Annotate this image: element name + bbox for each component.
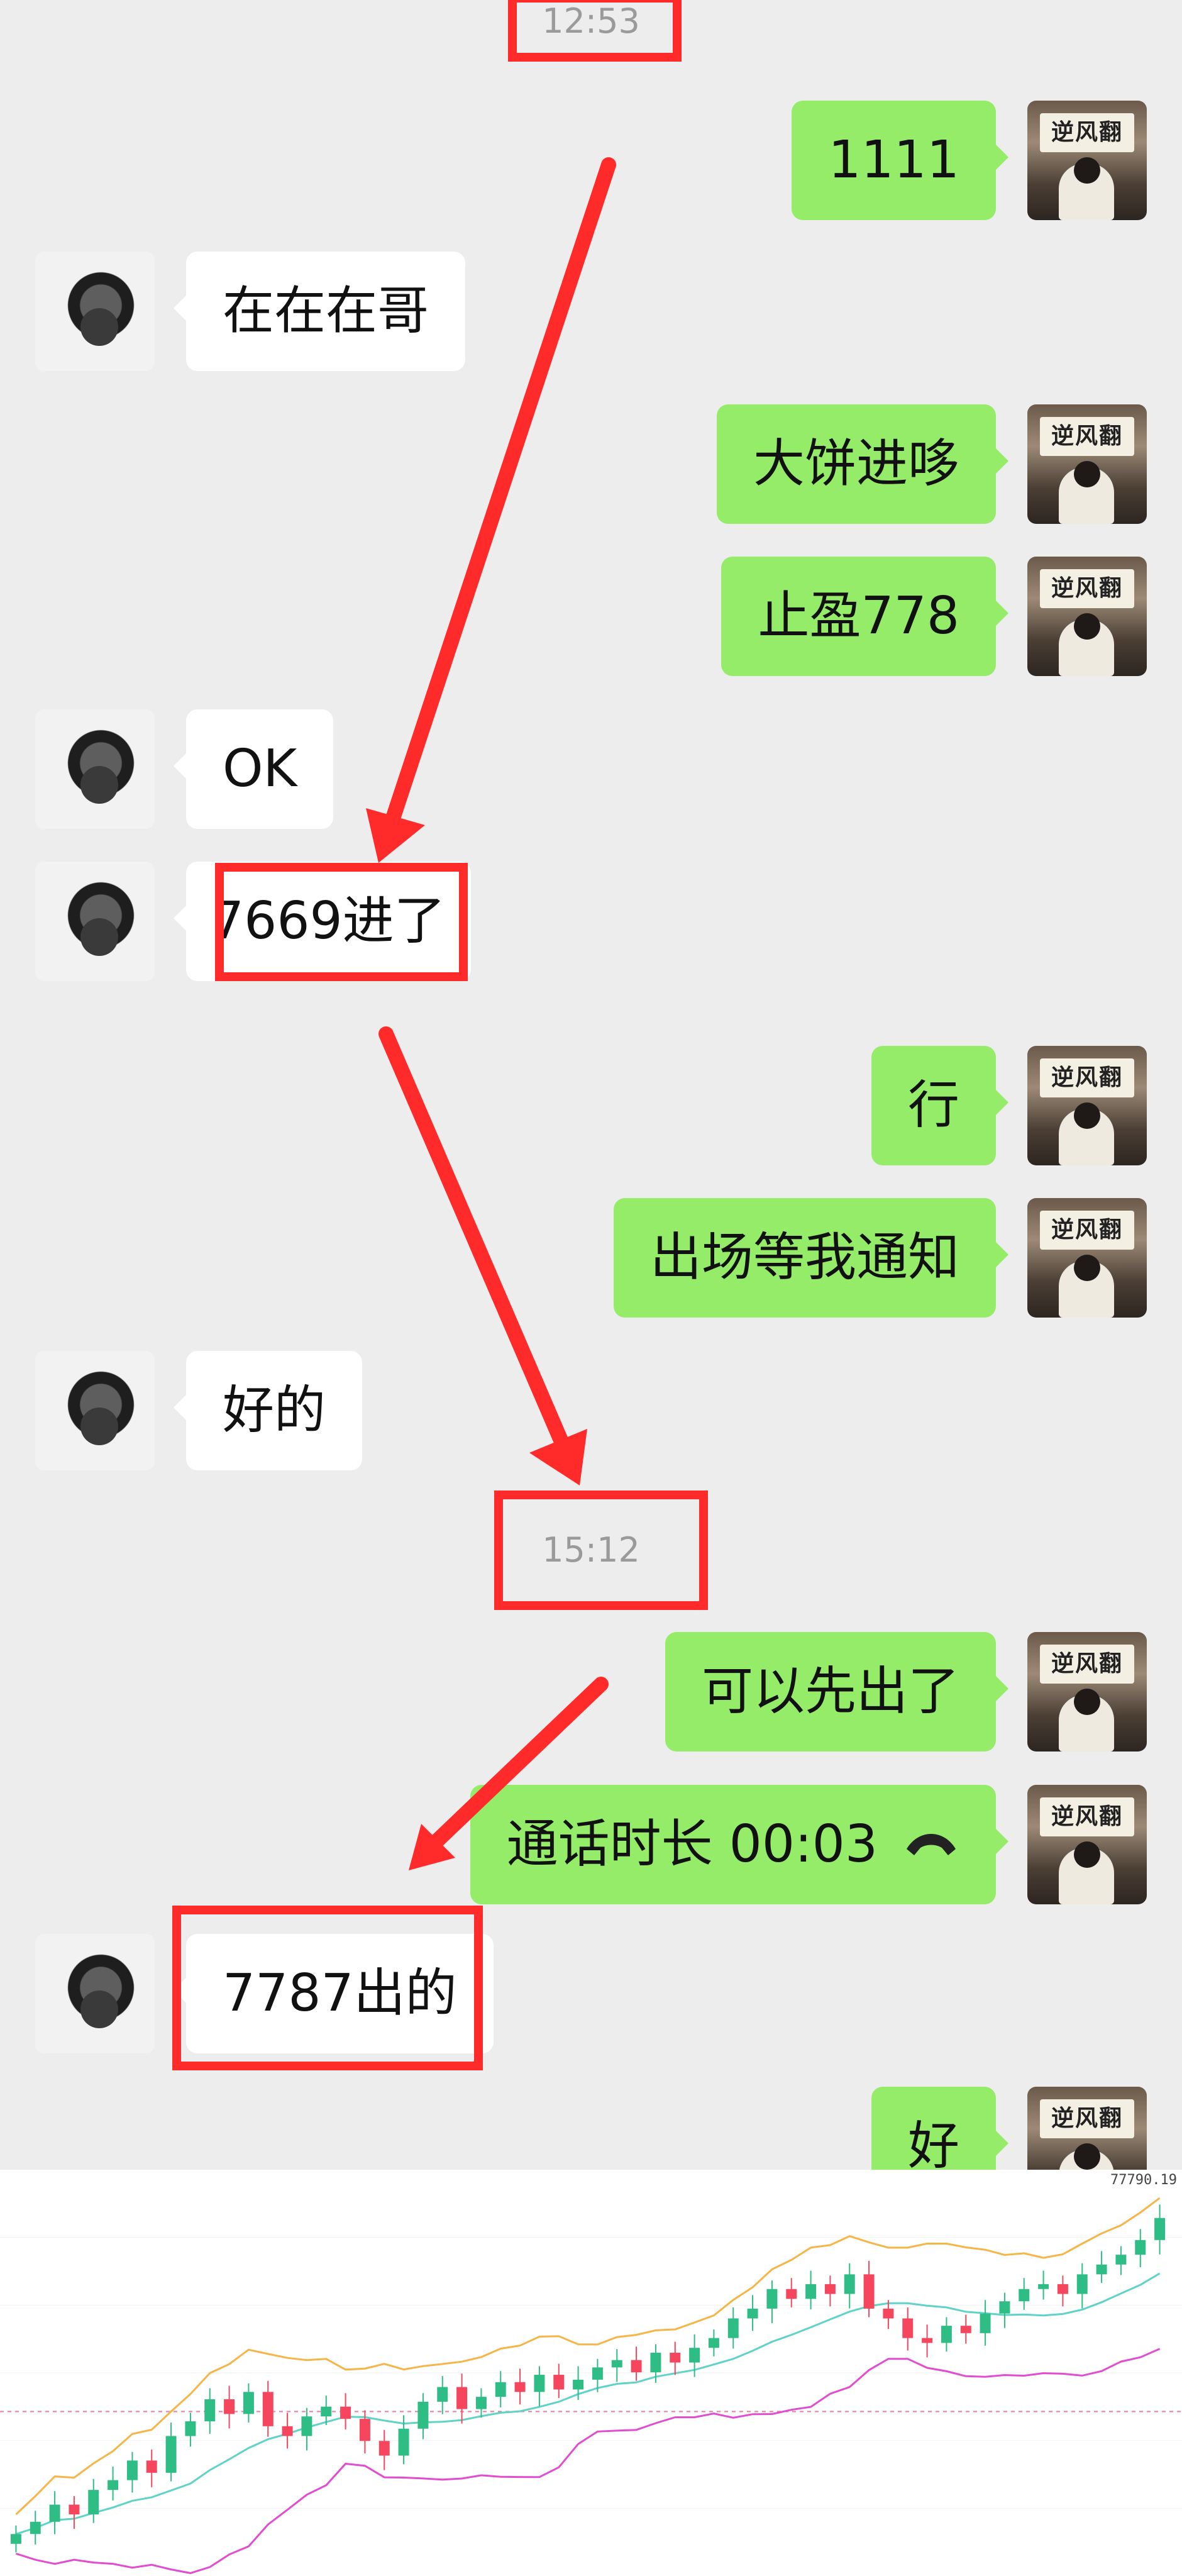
candle bbox=[146, 2460, 157, 2473]
candle bbox=[670, 2352, 681, 2363]
candle bbox=[437, 2387, 448, 2402]
annotation-arrow bbox=[428, 1677, 609, 1850]
candle bbox=[224, 2399, 235, 2414]
bollinger-middle-line bbox=[15, 2272, 1161, 2535]
candle bbox=[126, 2460, 138, 2480]
candle bbox=[1057, 2284, 1068, 2294]
candle bbox=[573, 2379, 584, 2390]
candle bbox=[863, 2274, 875, 2309]
annotation-arrow bbox=[386, 157, 616, 824]
candle bbox=[185, 2421, 196, 2436]
candle bbox=[1096, 2264, 1107, 2275]
candle bbox=[766, 2289, 778, 2309]
candle bbox=[611, 2360, 622, 2368]
candle bbox=[108, 2480, 119, 2490]
candle bbox=[922, 2338, 933, 2343]
candle bbox=[282, 2426, 293, 2436]
candle bbox=[805, 2284, 817, 2299]
candle bbox=[980, 2313, 991, 2333]
candle bbox=[475, 2397, 487, 2409]
candle bbox=[999, 2301, 1010, 2314]
candle bbox=[301, 2416, 312, 2436]
candle bbox=[321, 2406, 332, 2417]
candle bbox=[844, 2274, 855, 2294]
candle bbox=[204, 2399, 216, 2422]
bollinger-lower-line bbox=[15, 2348, 1161, 2574]
annotation-arrows bbox=[366, 157, 616, 1870]
bollinger-upper-line bbox=[15, 2197, 1161, 2516]
candle bbox=[727, 2318, 739, 2338]
candle bbox=[1076, 2274, 1088, 2294]
candle bbox=[378, 2441, 390, 2456]
candle bbox=[1115, 2255, 1127, 2265]
candle bbox=[786, 2289, 797, 2299]
candle bbox=[534, 2375, 545, 2392]
last-price-label: 77790.19 bbox=[1110, 2172, 1177, 2188]
candle bbox=[514, 2382, 526, 2392]
candle bbox=[902, 2318, 914, 2338]
candle bbox=[883, 2308, 894, 2319]
candlestick-chart bbox=[0, 2197, 1182, 2574]
candle bbox=[165, 2436, 177, 2473]
candle bbox=[88, 2490, 99, 2515]
candle bbox=[1154, 2218, 1166, 2240]
candle bbox=[650, 2352, 661, 2373]
candle bbox=[49, 2504, 60, 2522]
candle bbox=[960, 2326, 971, 2333]
candle bbox=[30, 2521, 41, 2534]
candle bbox=[417, 2401, 429, 2429]
candle bbox=[941, 2326, 952, 2343]
candle bbox=[495, 2382, 506, 2397]
candle bbox=[747, 2308, 758, 2319]
candle bbox=[689, 2348, 700, 2363]
candle bbox=[262, 2392, 273, 2426]
candle bbox=[708, 2338, 719, 2348]
candle bbox=[824, 2284, 836, 2294]
candle bbox=[631, 2360, 642, 2373]
candle bbox=[10, 2534, 21, 2544]
candle bbox=[69, 2504, 80, 2515]
chat-window: 12:53 15:12 1111 逆风翻盘 在在在哥 大饼进哆 逆风翻盘 止盈7… bbox=[0, 0, 1182, 2170]
candle bbox=[359, 2419, 370, 2441]
candle bbox=[1038, 2284, 1049, 2289]
candle bbox=[243, 2392, 254, 2414]
candle bbox=[340, 2406, 351, 2419]
annotation-arrow bbox=[378, 1026, 568, 1448]
candle bbox=[592, 2367, 603, 2380]
price-chart[interactable]: 77790.19 bbox=[0, 2170, 1182, 2576]
candle bbox=[456, 2387, 468, 2409]
candle bbox=[1135, 2240, 1146, 2255]
candle bbox=[1019, 2289, 1030, 2302]
candle bbox=[398, 2428, 409, 2456]
candle bbox=[553, 2375, 565, 2390]
